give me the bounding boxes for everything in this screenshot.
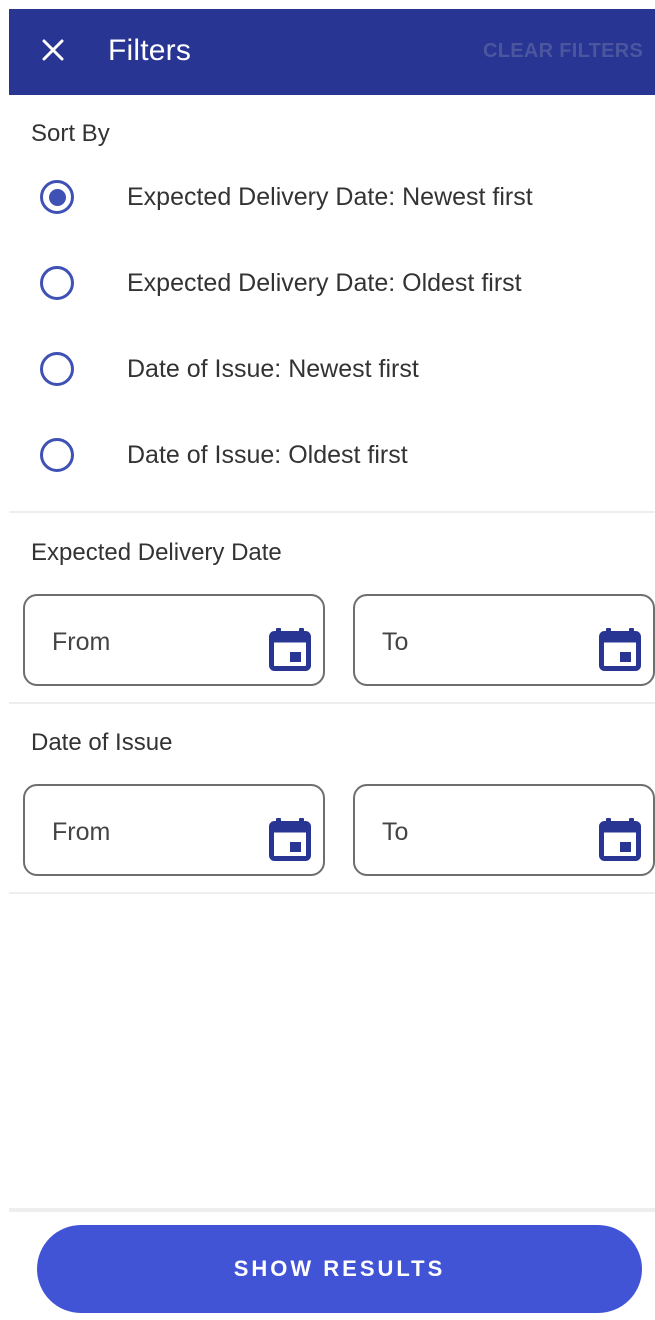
sort-option-delivery-newest[interactable]: Expected Delivery Date: Newest first (30, 167, 630, 227)
app-bar: Filters CLEAR FILTERS (9, 9, 655, 95)
calendar-icon[interactable] (599, 818, 641, 862)
calendar-icon[interactable] (269, 628, 311, 672)
sort-by-label: Sort By (31, 120, 110, 147)
date-of-issue-from-field[interactable]: From (23, 784, 325, 876)
radio-unselected[interactable] (40, 266, 74, 300)
sort-option-label: Expected Delivery Date: Newest first (127, 183, 533, 211)
radio-unselected[interactable] (40, 352, 74, 386)
section-divider (9, 511, 655, 513)
sort-option-label: Date of Issue: Oldest first (127, 441, 408, 469)
section-divider (9, 892, 655, 894)
radio-selected[interactable] (40, 180, 74, 214)
section-divider (9, 702, 655, 704)
show-results-label: SHOW RESULTS (233, 1256, 446, 1281)
sort-option-issue-newest[interactable]: Date of Issue: Newest first (30, 339, 630, 399)
sort-option-label: Expected Delivery Date: Oldest first (127, 269, 522, 297)
sort-option-issue-oldest[interactable]: Date of Issue: Oldest first (30, 425, 630, 485)
expected-delivery-label: Expected Delivery Date (31, 539, 282, 566)
calendar-icon[interactable] (269, 818, 311, 862)
to-placeholder: To (382, 818, 409, 846)
close-button[interactable] (31, 28, 75, 72)
from-placeholder: From (52, 818, 111, 846)
sort-option-label: Date of Issue: Newest first (127, 355, 419, 383)
page-title: Filters (108, 34, 192, 67)
expected-delivery-from-field[interactable]: From (23, 594, 325, 686)
radio-unselected[interactable] (40, 438, 74, 472)
radio-dot (48, 188, 66, 206)
expected-delivery-to-field[interactable]: To (353, 594, 655, 686)
close-icon (42, 39, 64, 61)
from-placeholder: From (52, 628, 111, 656)
clear-filters-button[interactable]: CLEAR FILTERS (483, 37, 655, 65)
to-placeholder: To (382, 628, 409, 656)
filters-screen: Filters CLEAR FILTERS Sort By Expected D… (0, 0, 655, 1320)
show-results-button[interactable]: SHOW RESULTS (37, 1225, 642, 1313)
calendar-icon[interactable] (599, 628, 641, 672)
date-of-issue-to-field[interactable]: To (353, 784, 655, 876)
date-of-issue-label: Date of Issue (31, 729, 173, 756)
sort-option-delivery-oldest[interactable]: Expected Delivery Date: Oldest first (30, 253, 630, 313)
footer-divider (9, 1208, 655, 1212)
